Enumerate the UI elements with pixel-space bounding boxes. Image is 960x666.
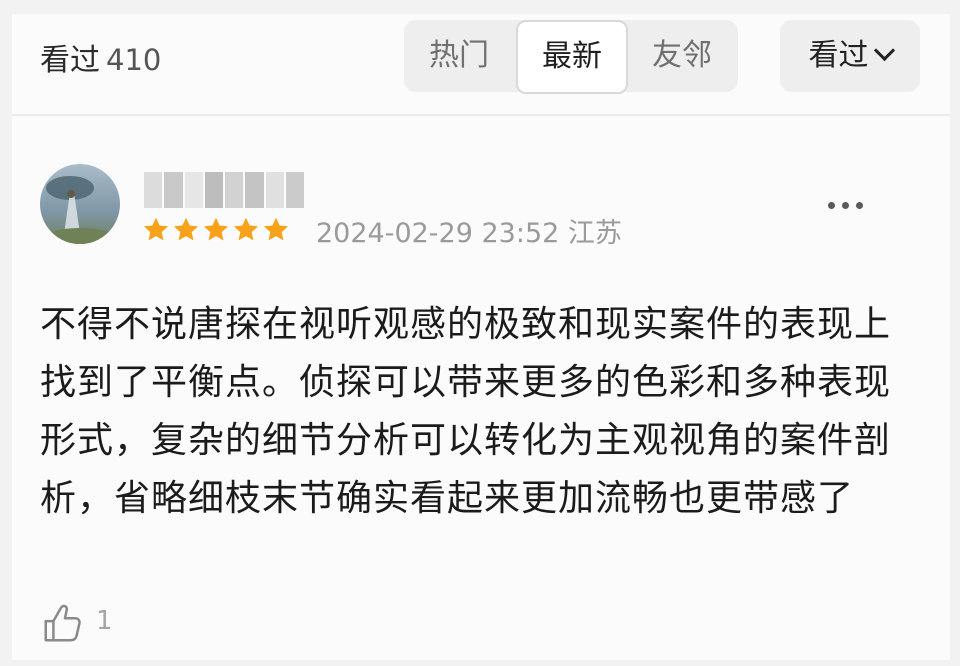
rating-stars [142,216,290,244]
watched-label: 看过 [40,43,100,78]
tab-hot[interactable]: 热门 [404,20,514,92]
chevron-down-icon [873,39,895,62]
username-blurred[interactable] [144,172,304,208]
sort-tabs: 热门 最新 友邻 [404,20,738,94]
ellipsis-icon[interactable] [824,190,872,220]
review-timestamp: 2024-02-29 23:52 [316,218,560,249]
filter-dropdown[interactable]: 看过 [780,20,920,92]
avatar[interactable] [40,164,120,244]
tab-latest[interactable]: 最新 [516,20,628,94]
review-header: 看过 410 热门 最新 友邻 看过 [12,14,950,116]
star-icon [143,217,169,241]
review-text: 不得不说唐探在视听观感的极致和现实案件的表现上找到了平衡点。侦探可以带来更多的色… [40,304,892,519]
star-icon [233,217,259,241]
filter-label: 看过 [808,38,869,73]
star-icon [173,217,199,241]
tab-friends[interactable]: 友邻 [626,20,738,92]
thumbs-up-icon[interactable] [40,600,86,646]
watched-number: 410 [106,43,162,77]
star-icon [203,217,229,241]
review-location: 江苏 [567,218,622,249]
review-meta: 2024-02-29 23:52 江苏 [316,216,622,252]
watched-count: 看过 410 [40,38,161,83]
review-card: 看过 410 热门 最新 友邻 看过 2024-02-29 23:52 江苏 不… [12,14,950,660]
star-icon [263,217,289,241]
like-count: 1 [96,606,113,636]
